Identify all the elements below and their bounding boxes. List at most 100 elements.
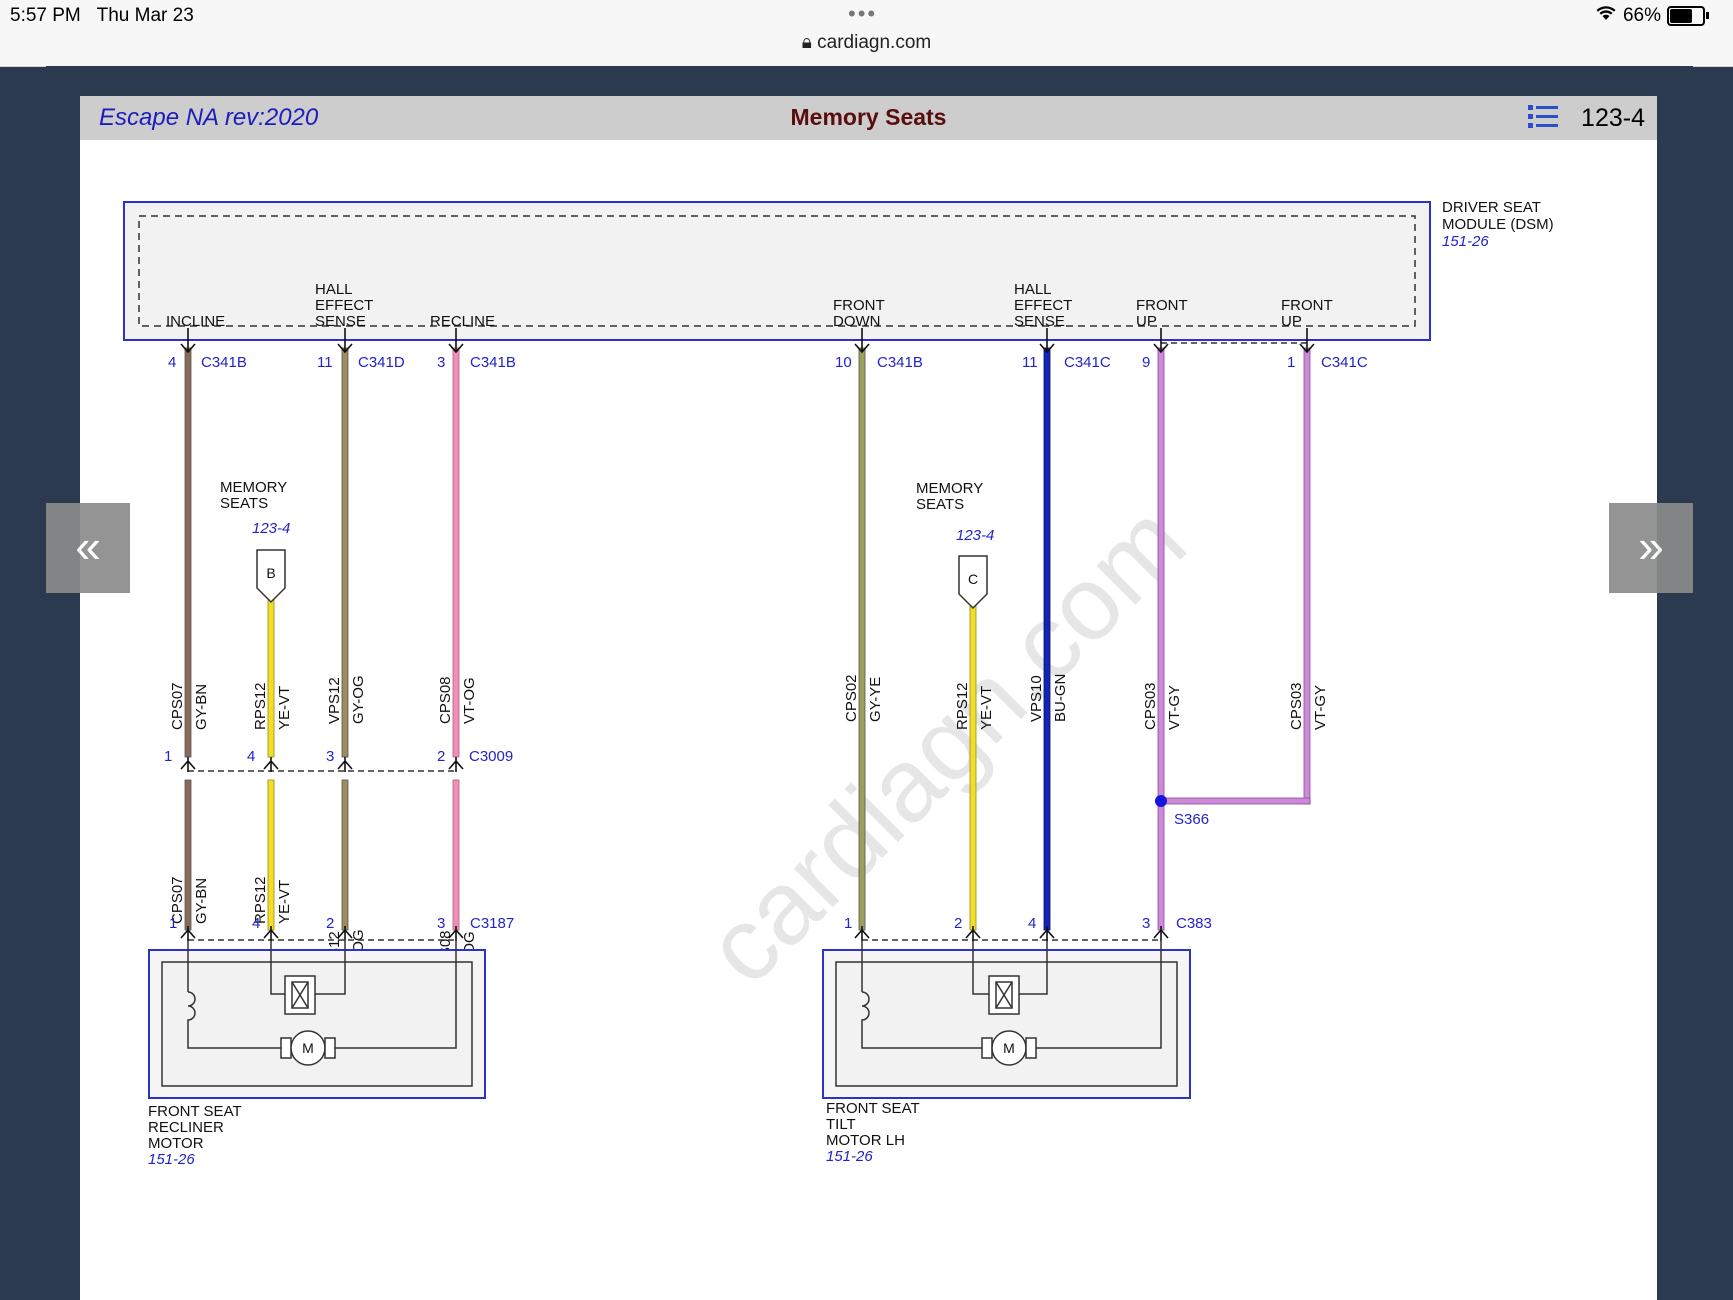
dsm-pin-5: 11 — [1022, 354, 1038, 371]
c383-arrow-4 — [1153, 926, 1169, 941]
c383-arrow-3 — [1039, 926, 1055, 941]
c383-pin-3: 4 — [1028, 915, 1036, 932]
double-chevron-right-icon: » — [1638, 520, 1664, 572]
motor-symbol-2: M — [1003, 1040, 1015, 1056]
dsm-conn-3: C341B — [470, 354, 516, 371]
dsm-pin-3: 3 — [437, 354, 445, 371]
previous-page-button[interactable]: « — [46, 503, 130, 593]
wire-label-rps12-lower-color: YE-VT — [276, 880, 293, 924]
wire-label-rps12r-circuit: RPS12 — [954, 682, 971, 730]
wire-cps03-a — [1157, 347, 1165, 931]
wire-label-cps03b-color: VT-GY — [1312, 685, 1329, 730]
diagram-header: Escape NA rev:2020 Memory Seats 123-4 — [80, 96, 1657, 140]
ref-c-letter: C — [968, 571, 978, 587]
wire-label-vps12-color: GY-OG — [350, 675, 367, 724]
wire-label-vps10-circuit: VPS10 — [1028, 675, 1045, 722]
pin-front-up2-2: UP — [1281, 313, 1302, 330]
c383-conn: C383 — [1176, 915, 1212, 932]
c3009-pin-1: 1 — [164, 748, 172, 765]
address-bar[interactable]: 🔒︎ cardiagn.com — [0, 32, 1733, 54]
diagram-page: Escape NA rev:2020 Memory Seats 123-4 ca… — [80, 96, 1657, 1300]
c3187-conn: C3187 — [470, 915, 514, 932]
c3187-pin-4: 3 — [437, 915, 445, 932]
c383-arrow-2 — [965, 926, 981, 941]
c3009-arrow-2 — [263, 757, 279, 772]
c3009-pin-4: 2 — [437, 748, 445, 765]
next-page-button[interactable]: » — [1609, 503, 1693, 593]
pin-front-up1-2: UP — [1136, 313, 1157, 330]
c3009-conn: C3009 — [469, 748, 513, 765]
c3187-pin-2: 4 — [252, 915, 260, 932]
status-time: 5:57 PM Thu Mar 23 — [10, 5, 194, 26]
dsm-pin-1: 4 — [168, 354, 176, 371]
wire-vps12-lower — [341, 779, 349, 931]
c3187-pin-3: 2 — [326, 915, 334, 932]
battery-icon — [1667, 5, 1705, 26]
ref-c-label-2: SEATS — [916, 496, 964, 513]
wiring-diagram: cardiagn.com DRIVER SEAT MODULE (DSM) 15… — [123, 199, 1554, 1168]
pin-hall1-3: SENSE — [315, 313, 366, 330]
page-frame-left — [46, 66, 80, 1300]
c3187-arrow-1 — [180, 926, 196, 941]
pin-hall2-3: SENSE — [1014, 313, 1065, 330]
wire-label-vps10-color: BU-GN — [1052, 674, 1069, 722]
wire-label-rps12-circuit: RPS12 — [252, 682, 269, 730]
page-frame-right — [1657, 66, 1693, 1300]
page-frame-top — [80, 66, 1657, 96]
pin-hall1-1: HALL — [315, 281, 353, 298]
pin-front-up2-1: FRONT — [1281, 297, 1333, 314]
component-2-line-1: FRONT SEAT — [826, 1100, 920, 1117]
component-1-line-2: RECLINER — [148, 1119, 224, 1136]
pin-front-down-1: FRONT — [833, 297, 885, 314]
c3009-pin-3: 3 — [326, 748, 334, 765]
dsm-conn-1: C341B — [201, 354, 247, 371]
component-1-line-1: FRONT SEAT — [148, 1103, 242, 1120]
dsm-conn-5: C341C — [1064, 354, 1111, 371]
ref-b-label-2: SEATS — [220, 495, 268, 512]
wire-label-cps07-circuit: CPS07 — [169, 682, 186, 730]
c3009-pin-2: 4 — [247, 748, 255, 765]
list-menu-icon[interactable] — [1528, 104, 1558, 130]
c383-pin-4: 3 — [1142, 915, 1150, 932]
multitask-dots-icon[interactable]: ••• — [848, 1, 877, 27]
wire-vps10 — [1043, 347, 1051, 931]
dsm-conn-7: C341C — [1321, 354, 1368, 371]
dsm-label-1: DRIVER SEAT — [1442, 199, 1541, 216]
pin-hall1-2: EFFECT — [315, 297, 373, 314]
wire-label-cps08-color: VT-OG — [461, 677, 478, 724]
battery-status: 66% — [1595, 4, 1709, 27]
c3187-pin-1: 1 — [169, 915, 177, 932]
page-number: 123-4 — [1581, 104, 1645, 132]
ref-b-label-1: MEMORY — [220, 479, 287, 496]
pin-recline: RECLINE — [430, 313, 495, 330]
dsm-conn-4: C341B — [877, 354, 923, 371]
component-2-ref: 151-26 — [826, 1148, 873, 1165]
wire-label-cps07-color: GY-BN — [193, 684, 210, 730]
recliner-motor — [148, 941, 486, 1099]
wire-label-cps08-circuit: CPS08 — [437, 676, 454, 724]
dsm-pin-4: 10 — [835, 354, 852, 371]
ref-b-page: 123-4 — [252, 520, 290, 537]
wire-label-rps12-color: YE-VT — [276, 686, 293, 730]
c3009-arrow-1 — [180, 757, 196, 772]
wire-cps08-lower — [452, 779, 460, 931]
component-2-line-2: TILT — [826, 1116, 856, 1133]
page-title: Memory Seats — [790, 104, 947, 130]
c383-pin-1: 1 — [844, 915, 852, 932]
dsm-pin-7: 1 — [1287, 354, 1295, 371]
wire-label-vps12-circuit: VPS12 — [326, 677, 343, 724]
c3009-arrow-4 — [448, 757, 464, 772]
pin-front-down-2: DOWN — [833, 313, 881, 330]
ios-status-bar: 5:57 PM Thu Mar 23 ••• 🔒︎ cardiagn.com 6… — [0, 0, 1733, 67]
motor-symbol-1: M — [302, 1040, 314, 1056]
c3009-arrow-3 — [337, 757, 353, 772]
c383-pin-2: 2 — [954, 915, 962, 932]
battery-percent: 66% — [1622, 4, 1661, 26]
component-1-ref: 151-26 — [148, 1151, 195, 1168]
dsm-ref: 151-26 — [1442, 233, 1489, 250]
pin-front-up1-1: FRONT — [1136, 297, 1188, 314]
c383-arrow-1 — [854, 926, 870, 941]
c3187-arrow-2 — [263, 926, 279, 941]
splice-s366 — [1155, 795, 1167, 807]
component-1-line-3: MOTOR — [148, 1135, 204, 1152]
